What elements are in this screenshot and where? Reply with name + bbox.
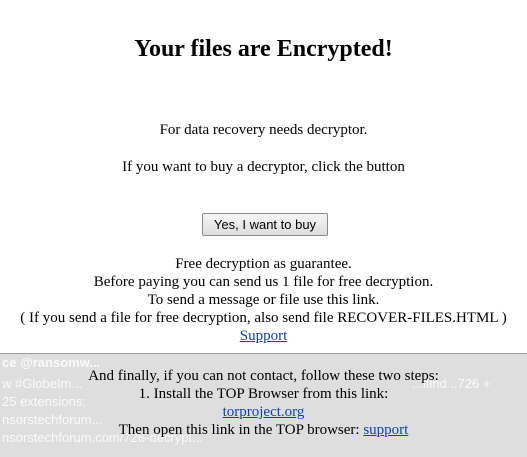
guarantee-line-3: To send a message or file use this link. [147,292,380,308]
support-link[interactable]: Support [240,328,288,344]
step-2: Then open this link in the TOP browser: … [0,421,527,439]
page-title: Your files are Encrypted! [134,36,393,62]
buy-decryptor-button[interactable]: Yes, I want to buy [202,213,328,236]
ransom-note-page: Your files are Encrypted! For data recov… [0,0,527,457]
steps-intro: And finally, if you can not contact, fol… [88,368,439,384]
step-1: 1. Install the TOP Browser from this lin… [138,386,389,402]
intro-line-1: For data recovery needs decryptor. [159,122,368,138]
step-2-text: Then open this link in the TOP browser: [118,422,360,438]
support-link-row: Support [0,327,527,345]
tor-project-link[interactable]: torproject.org [223,404,305,420]
guarantee-line-2: Before paying you can send us 1 file for… [93,274,434,290]
tor-link-row: torproject.org [0,403,527,421]
guarantee-line-1: Free decryption as guarantee. [175,256,352,272]
tor-support-link[interactable]: support [363,422,408,438]
guarantee-line-4: ( If you send a file for free decryption… [20,310,507,326]
guarantee-section: Free decryption as guarantee. Before pay… [0,255,527,345]
steps-section: And finally, if you can not contact, fol… [0,367,527,439]
intro-line-2: If you want to buy a decryptor, click th… [122,159,405,175]
